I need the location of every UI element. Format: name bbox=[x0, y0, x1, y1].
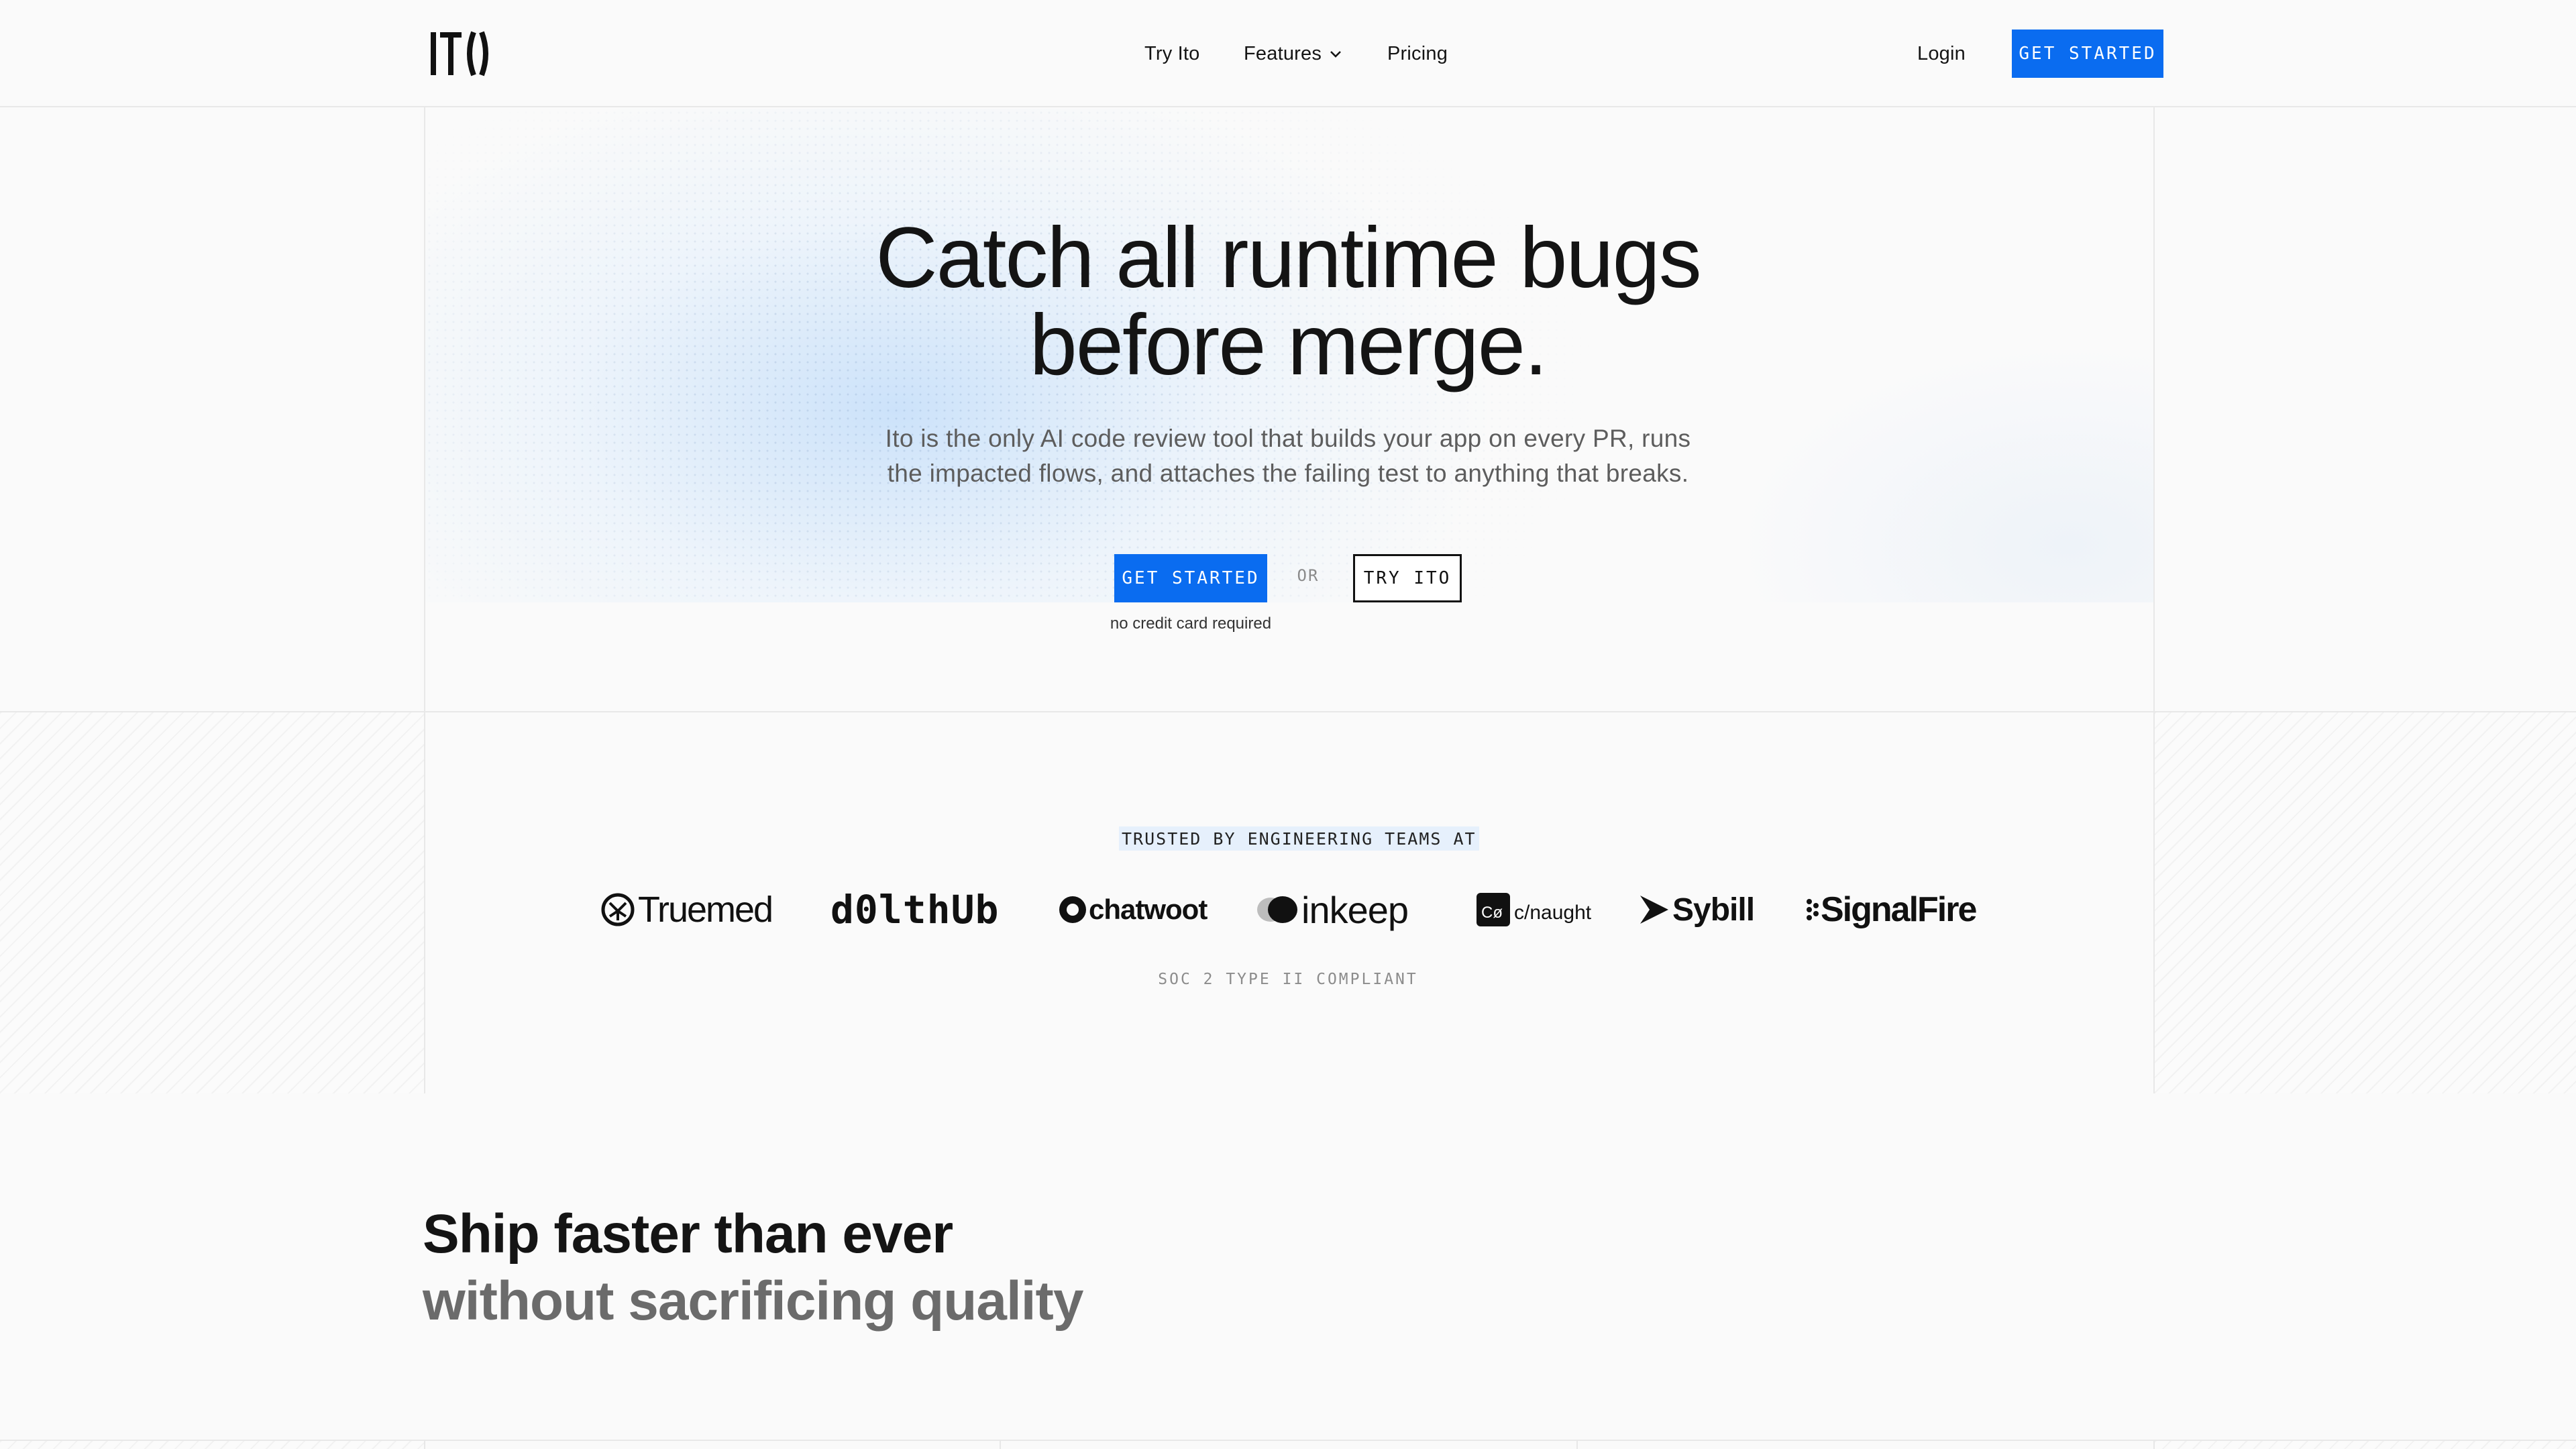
signalfire-wordmark: SignalFire bbox=[1821, 890, 1977, 929]
no-credit-card-note: no credit card required bbox=[1110, 614, 1272, 633]
sybill-wordmark: Sybill bbox=[1672, 892, 1755, 928]
trusted-by-label: TRUSTED BY ENGINEERING TEAMS AT bbox=[1119, 826, 1479, 851]
login-link[interactable]: Login bbox=[1917, 43, 1966, 65]
card-line-2 bbox=[1000, 1440, 1001, 1449]
hero-get-started-button[interactable]: GET STARTED bbox=[1114, 554, 1267, 602]
dolthub-wordmark: d0lthUb bbox=[830, 887, 1000, 932]
conaught-icon: Cø bbox=[1477, 893, 1510, 926]
header-get-started-button[interactable]: GET STARTED bbox=[2012, 30, 2163, 78]
bottom-divider bbox=[0, 1440, 2576, 1441]
logo-chatwoot: chatwoot bbox=[1058, 883, 1208, 936]
logo-truemed: Truemed bbox=[600, 883, 773, 936]
truemed-icon bbox=[601, 893, 635, 926]
hatch-strip-bottom-right bbox=[2155, 1441, 2576, 1449]
ito-logo-icon bbox=[431, 31, 488, 76]
hero-subtitle-line2: the impacted flows, and attaches the fai… bbox=[887, 460, 1689, 487]
hero-subtitle-line1: Ito is the only AI code review tool that… bbox=[885, 425, 1691, 452]
nav-features-container: Features bbox=[1244, 0, 1343, 107]
soc2-compliance-label: SOC 2 TYPE II COMPLIANT bbox=[1158, 971, 1418, 988]
chevron-down-icon bbox=[1330, 51, 1341, 58]
nav-features-label: Features bbox=[1244, 42, 1322, 64]
nav-try-ito[interactable]: Try Ito bbox=[1144, 43, 1200, 65]
hero-title-line2: before merge. bbox=[1029, 297, 1548, 393]
ship-heading-line2: without sacrificing quality bbox=[423, 1271, 1083, 1332]
nav-features[interactable]: Features bbox=[1244, 43, 1343, 65]
nav-try-container: Try Ito bbox=[1144, 0, 1200, 107]
hatch-panel-left bbox=[0, 712, 424, 1093]
ship-heading-line1: Ship faster than ever bbox=[423, 1203, 953, 1265]
nav-pricing-container: Pricing bbox=[1387, 0, 1448, 107]
hero-subtitle: Ito is the only AI code review tool that… bbox=[0, 421, 2576, 491]
nav-pricing[interactable]: Pricing bbox=[1387, 43, 1448, 65]
truemed-wordmark: Truemed bbox=[638, 890, 773, 930]
hatch-strip-bottom-left bbox=[0, 1441, 424, 1449]
site-header: Try Ito Features Pricing Login GET START… bbox=[0, 0, 2576, 107]
hero-title: Catch all runtime bugs before merge. bbox=[0, 215, 2576, 389]
login-container: Login bbox=[1917, 0, 1966, 107]
card-line-3 bbox=[1576, 1440, 1578, 1449]
try-ito-button[interactable]: TRY ITO bbox=[1353, 554, 1462, 602]
card-line-1 bbox=[424, 1440, 425, 1449]
ito-logo[interactable] bbox=[429, 30, 491, 78]
logo-dolthub: d0lthUb bbox=[830, 883, 999, 936]
inkeep-icon bbox=[1257, 896, 1297, 923]
logo-conaught: Cø c/naught bbox=[1477, 883, 1591, 936]
chatwoot-icon bbox=[1059, 896, 1086, 923]
logo-signalfire: SignalFire bbox=[1806, 883, 1977, 936]
inkeep-wordmark: inkeep bbox=[1301, 888, 1409, 931]
logo-inkeep: inkeep bbox=[1256, 883, 1409, 936]
conaught-wordmark: c/naught bbox=[1514, 902, 1592, 924]
section-divider bbox=[0, 711, 2576, 712]
or-separator: OR bbox=[1297, 566, 1320, 585]
sybill-icon bbox=[1640, 896, 1668, 924]
hatch-panel-right bbox=[2155, 712, 2576, 1093]
chatwoot-wordmark: chatwoot bbox=[1089, 894, 1208, 925]
signalfire-icon bbox=[1807, 899, 1819, 920]
logo-sybill: Sybill bbox=[1638, 883, 1755, 936]
hero-title-line1: Catch all runtime bugs bbox=[875, 210, 1701, 306]
card-line-4 bbox=[2153, 1440, 2155, 1449]
